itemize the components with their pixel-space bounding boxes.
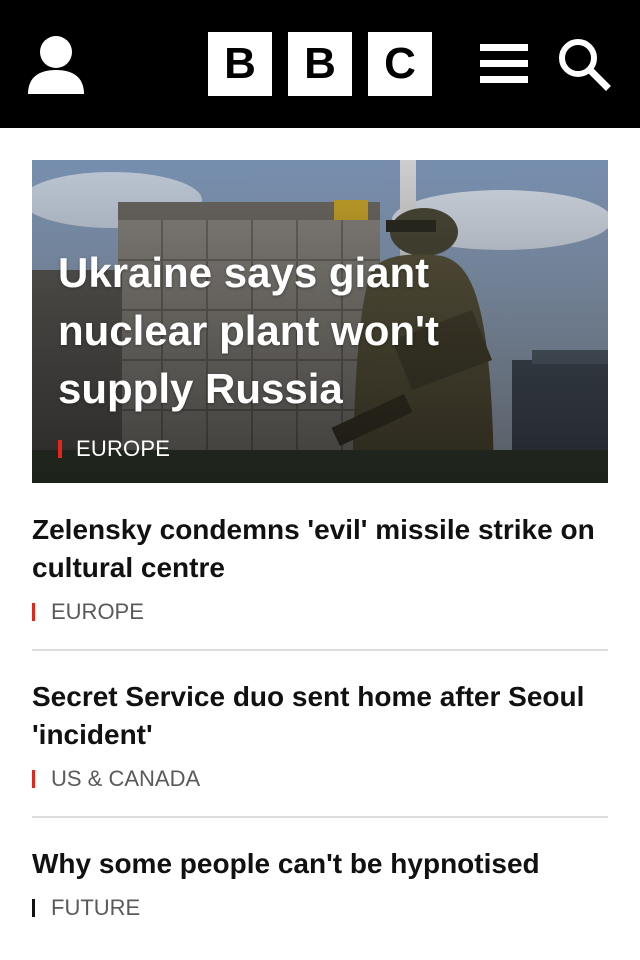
divider [32, 816, 608, 818]
hero-headline[interactable]: Ukraine says giant nuclear plant won't s… [58, 244, 528, 418]
search-button[interactable] [556, 36, 612, 92]
menu-button[interactable] [478, 40, 530, 88]
story-title[interactable]: Why some people can't be hypnotised [32, 845, 608, 883]
hero-story[interactable]: Ukraine says giant nuclear plant won't s… [32, 160, 608, 483]
logo-block-b1: B [208, 32, 272, 96]
account-button[interactable] [24, 34, 88, 96]
section-marker [32, 603, 35, 621]
logo-block-b2: B [288, 32, 352, 96]
story-item[interactable]: Zelensky condemns 'evil' missile strike … [32, 511, 608, 625]
search-icon [559, 39, 611, 91]
story-item[interactable]: Why some people can't be hypnotised FUTU… [32, 845, 608, 921]
story-section-label: EUROPE [51, 599, 144, 624]
logo-block-c: C [368, 32, 432, 96]
story-title[interactable]: Zelensky condemns 'evil' missile strike … [32, 511, 608, 587]
top-bar: B B C [0, 0, 640, 128]
section-marker [32, 899, 35, 917]
account-icon [28, 36, 84, 94]
divider [32, 649, 608, 651]
menu-icon [480, 44, 528, 83]
story-section-tag[interactable]: US & CANADA [32, 766, 608, 792]
story-section-label: FUTURE [51, 895, 141, 920]
hero-section-tag[interactable]: EUROPE [58, 436, 170, 462]
story-item[interactable]: Secret Service duo sent home after Seoul… [32, 678, 608, 792]
story-section-tag[interactable]: FUTURE [32, 895, 608, 921]
story-section-label: US & CANADA [51, 766, 201, 791]
section-marker [32, 770, 35, 788]
bbc-logo[interactable]: B B C [208, 32, 432, 96]
section-marker [58, 440, 62, 458]
story-section-tag[interactable]: EUROPE [32, 599, 608, 625]
hero-section-label: EUROPE [76, 436, 171, 461]
story-title[interactable]: Secret Service duo sent home after Seoul… [32, 678, 608, 754]
